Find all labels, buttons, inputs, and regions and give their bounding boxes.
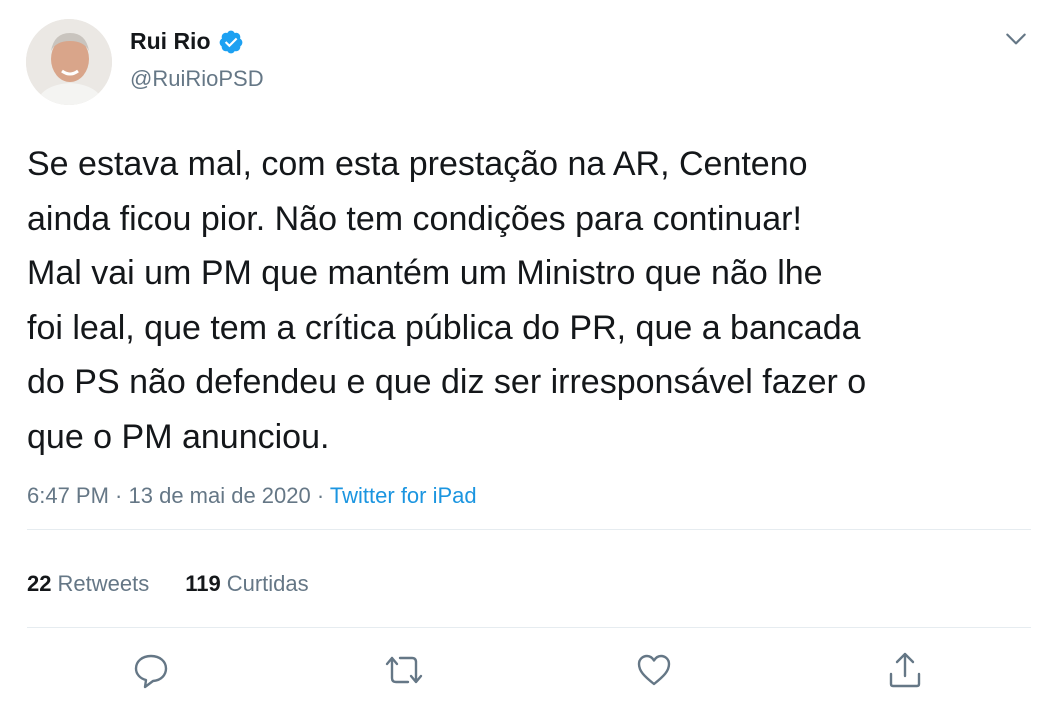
author-handle[interactable]: @RuiRioPSD [130,66,264,92]
share-icon[interactable] [887,650,923,690]
heart-icon[interactable] [636,650,672,690]
tweet-date[interactable]: 13 de mai de 2020 [129,483,311,508]
tweet-source-link[interactable]: Twitter for iPad [330,483,477,508]
verified-badge-icon [218,29,244,55]
author-name[interactable]: Rui Rio [130,28,211,55]
tweet-stats: 22 Retweets 119 Curtidas [27,571,309,597]
tweet-meta: 6:47 PM · 13 de mai de 2020 · Twitter fo… [27,483,477,509]
author-name-row[interactable]: Rui Rio [130,28,244,55]
reply-icon[interactable] [133,650,169,690]
retweets-count: 22 [27,571,52,596]
chevron-down-icon[interactable] [1003,26,1029,52]
likes-stat[interactable]: 119 Curtidas [185,571,308,597]
avatar-image [26,19,112,105]
avatar[interactable] [26,19,112,105]
divider [27,627,1031,628]
meta-separator: · [108,483,129,508]
likes-label: Curtidas [226,571,309,596]
tweet-time[interactable]: 6:47 PM [27,483,109,508]
retweets-stat[interactable]: 22 Retweets [27,571,149,597]
retweets-label: Retweets [57,571,150,596]
retweet-icon[interactable] [384,650,423,690]
tweet-text: Se estava mal, com esta prestação na AR,… [27,145,867,456]
meta-separator: · [310,483,330,508]
divider [27,529,1031,530]
likes-count: 119 [185,571,221,596]
